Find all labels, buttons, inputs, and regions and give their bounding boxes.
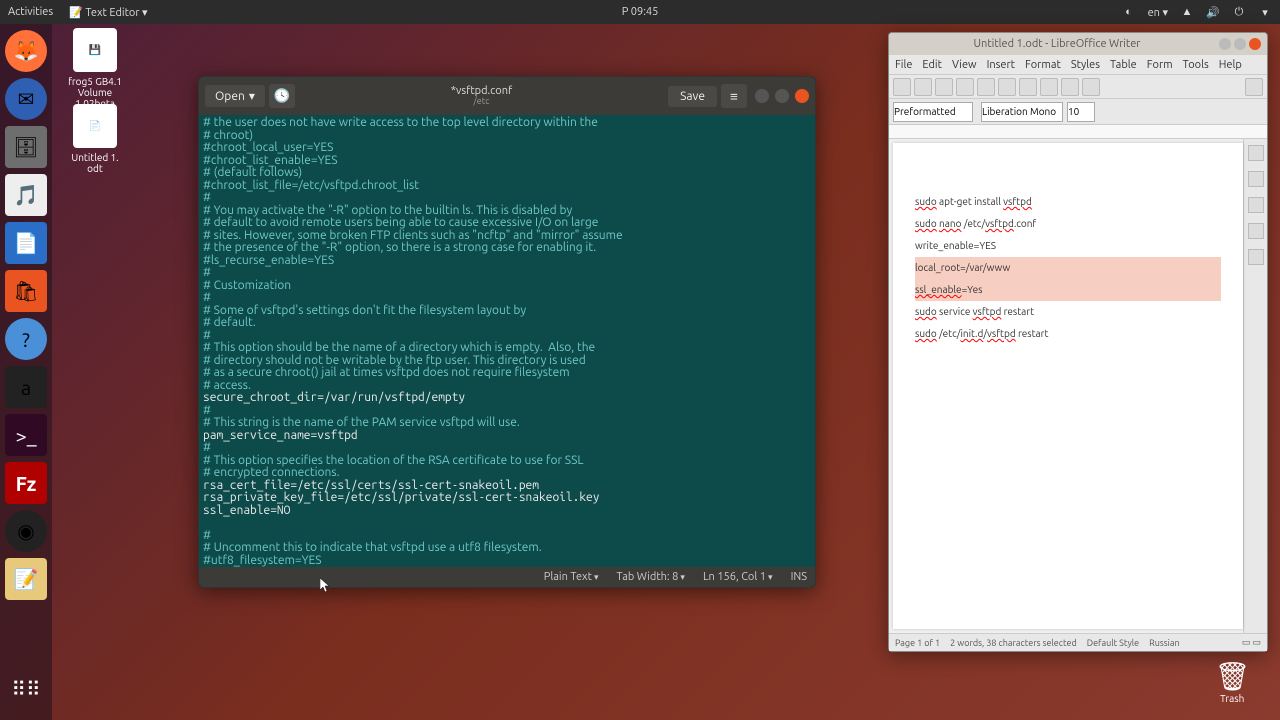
- software-icon[interactable]: 🛍: [5, 270, 47, 312]
- undo-icon[interactable]: [1061, 78, 1079, 96]
- writer-window: Untitled 1.odt - LibreOffice Writer File…: [888, 32, 1268, 652]
- writer-statusbar: Page 1 of 1 2 words, 38 characters selec…: [889, 633, 1267, 651]
- terminal-icon[interactable]: >_: [5, 414, 47, 456]
- activities-button[interactable]: Activities: [8, 6, 53, 19]
- redo-icon[interactable]: [1082, 78, 1100, 96]
- menu-form[interactable]: Form: [1147, 59, 1173, 71]
- maximize-button[interactable]: [775, 89, 789, 103]
- properties-icon[interactable]: [1248, 145, 1264, 161]
- writer-minimize-button[interactable]: [1219, 38, 1231, 50]
- show-apps-icon[interactable]: ⠿⠿: [5, 668, 47, 710]
- recent-button[interactable]: 🕓: [269, 84, 295, 108]
- doc-line: write_enable=YES: [915, 235, 1221, 257]
- top-panel: Activities 📝 Text Editor ▾ P 09:45 ◐ en …: [0, 0, 1280, 24]
- save-icon[interactable]: [935, 78, 953, 96]
- menu-insert[interactable]: Insert: [987, 59, 1015, 71]
- doc-line: sudo service vsftpd restart: [915, 301, 1221, 323]
- menu-help[interactable]: Help: [1219, 59, 1242, 71]
- gedit-title: *vsftpd.conf /etc: [295, 85, 668, 107]
- gedit-headerbar: Open ▾ 🕓 *vsftpd.conf /etc Save ≡: [199, 77, 815, 115]
- close-button[interactable]: [795, 89, 809, 103]
- status-icon[interactable]: ◐: [1122, 5, 1136, 19]
- new-icon[interactable]: [893, 78, 911, 96]
- writer-sidebar: [1243, 139, 1267, 633]
- trash-icon[interactable]: 🗑 Trash: [1214, 660, 1250, 704]
- obs-icon[interactable]: ◉: [5, 510, 47, 552]
- doc-line: sudo apt-get install vsftpd: [915, 191, 1221, 213]
- writer-toolbar: [889, 75, 1267, 99]
- word-count[interactable]: 2 words, 38 characters selected: [950, 638, 1077, 648]
- menu-tools[interactable]: Tools: [1183, 59, 1209, 71]
- cut-icon[interactable]: [998, 78, 1016, 96]
- minimize-button[interactable]: [755, 89, 769, 103]
- filezilla-icon[interactable]: Fz: [5, 462, 47, 504]
- font-size-select[interactable]: [1067, 102, 1095, 122]
- page-count[interactable]: Page 1 of 1: [895, 638, 940, 648]
- language[interactable]: Russian: [1149, 638, 1180, 648]
- menu-format[interactable]: Format: [1025, 59, 1061, 71]
- volume-icon[interactable]: 🔊: [1206, 5, 1220, 19]
- font-name-select[interactable]: [981, 102, 1063, 122]
- ruler[interactable]: [889, 125, 1267, 139]
- doc-line: local_root=/var/www: [915, 257, 1221, 279]
- menu-view[interactable]: View: [952, 59, 977, 71]
- hamburger-menu-icon[interactable]: ≡: [721, 84, 747, 108]
- paste-icon[interactable]: [1040, 78, 1058, 96]
- writer-icon[interactable]: 📄: [5, 222, 47, 264]
- writer-format-toolbar: [889, 99, 1267, 125]
- desktop-usb-icon[interactable]: 💾 frog5 GB4.1 Volume 1.02beta: [60, 28, 130, 109]
- find-icon[interactable]: [1245, 78, 1263, 96]
- cursor-position[interactable]: Ln 156, Col 1: [703, 571, 773, 583]
- syntax-selector[interactable]: Plain Text: [544, 571, 599, 583]
- writer-maximize-button[interactable]: [1234, 38, 1246, 50]
- doc-line: sudo nano /etc/vsftpd.conf: [915, 213, 1221, 235]
- paragraph-style-select[interactable]: [893, 102, 973, 122]
- tab-width-selector[interactable]: Tab Width: 8: [617, 571, 685, 583]
- doc-line: sudo /etc/init.d/vsftpd restart: [915, 323, 1221, 345]
- insert-mode[interactable]: INS: [791, 571, 807, 583]
- launcher-dock: 🦊 ✉ 🗄 🎵 📄 🛍 ? a >_ Fz ◉ 📝 ⠿⠿: [0, 24, 52, 720]
- editor-textarea[interactable]: # the user does not have write access to…: [199, 115, 815, 567]
- gedit-window: Open ▾ 🕓 *vsftpd.conf /etc Save ≡ # the …: [198, 76, 816, 588]
- menu-styles[interactable]: Styles: [1071, 59, 1100, 71]
- gedit-statusbar: Plain Text Tab Width: 8 Ln 156, Col 1 IN…: [199, 567, 815, 587]
- clock[interactable]: P 09:45: [622, 6, 659, 18]
- rhythmbox-icon[interactable]: 🎵: [5, 174, 47, 216]
- print-icon[interactable]: [977, 78, 995, 96]
- pdf-icon[interactable]: [956, 78, 974, 96]
- document-page[interactable]: sudo apt-get install vsftpdsudo nano /et…: [893, 143, 1243, 629]
- language-indicator[interactable]: en ▾: [1148, 6, 1168, 19]
- gallery-icon[interactable]: [1248, 197, 1264, 213]
- styles-icon[interactable]: [1248, 171, 1264, 187]
- menu-edit[interactable]: Edit: [922, 59, 942, 71]
- page-icon[interactable]: [1248, 249, 1264, 265]
- view-mode-icon[interactable]: ▭ ▭: [1242, 637, 1261, 648]
- save-button[interactable]: Save: [668, 86, 717, 107]
- writer-menubar: File Edit View Insert Format Styles Table Form T…: [889, 55, 1267, 75]
- network-icon[interactable]: ▲: [1180, 5, 1194, 19]
- thunderbird-icon[interactable]: ✉: [5, 78, 47, 120]
- open-button[interactable]: Open ▾: [205, 85, 265, 107]
- firefox-icon[interactable]: 🦊: [5, 30, 47, 72]
- power-icon[interactable]: ⏻: [1232, 5, 1246, 19]
- doc-line: ssl_enable=Yes: [915, 279, 1221, 301]
- arrow-down-icon[interactable]: ▾: [1258, 5, 1272, 19]
- menu-file[interactable]: File: [895, 59, 912, 71]
- desktop-document-icon[interactable]: 📄 Untitled 1. odt: [60, 104, 130, 174]
- writer-close-button[interactable]: [1249, 38, 1261, 50]
- navigator-icon[interactable]: [1248, 223, 1264, 239]
- help-icon[interactable]: ?: [5, 318, 47, 360]
- menu-table[interactable]: Table: [1110, 59, 1137, 71]
- app-menu[interactable]: 📝 Text Editor ▾: [69, 6, 147, 19]
- amazon-icon[interactable]: a: [5, 366, 47, 408]
- gedit-icon[interactable]: 📝: [5, 558, 47, 600]
- copy-icon[interactable]: [1019, 78, 1037, 96]
- files-icon[interactable]: 🗄: [5, 126, 47, 168]
- writer-titlebar: Untitled 1.odt - LibreOffice Writer: [889, 33, 1267, 55]
- open-icon[interactable]: [914, 78, 932, 96]
- page-style[interactable]: Default Style: [1087, 638, 1139, 648]
